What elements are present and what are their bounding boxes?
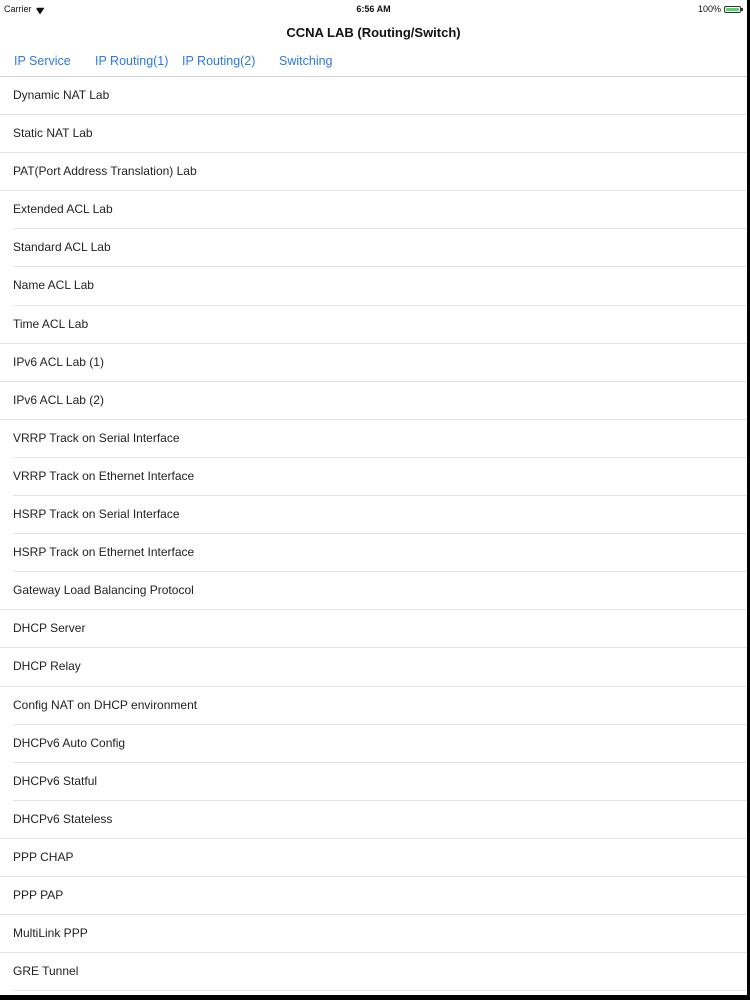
battery-level-fill — [726, 7, 739, 11]
app-screen: Carrier 6:56 AM 100% CCNA LAB (Routing/S… — [0, 0, 747, 995]
status-right: 100% — [697, 4, 743, 14]
list-item[interactable]: IPv6 ACL Lab (2) — [0, 382, 747, 420]
list-item[interactable]: Extended ACL Lab — [0, 191, 747, 230]
status-bar: Carrier 6:56 AM 100% — [0, 0, 747, 20]
list-item[interactable]: IPv6 ACL Lab (1) — [0, 344, 747, 382]
status-time: 6:56 AM — [356, 4, 391, 14]
category-tabs: IP Service IP Routing(1) IP Routing(2) S… — [0, 54, 747, 74]
lab-list: Dynamic NAT Lab Static NAT Lab PAT(Port … — [0, 77, 747, 992]
list-item[interactable]: PPP PAP — [0, 877, 747, 916]
tab-ip-service[interactable]: IP Service — [14, 54, 71, 68]
list-item[interactable]: MultiLink PPP — [0, 915, 747, 954]
tab-ip-routing-1[interactable]: IP Routing(1) — [95, 54, 168, 68]
list-item[interactable]: DHCPv6 Stateless — [0, 801, 747, 839]
list-item[interactable]: Time ACL Lab — [0, 306, 747, 344]
list-item[interactable]: DHCPv6 Auto Config — [0, 725, 747, 763]
tab-switching[interactable]: Switching — [279, 54, 333, 68]
tab-ip-routing-2[interactable]: IP Routing(2) — [182, 54, 255, 68]
list-item[interactable]: PAT(Port Address Translation) Lab — [0, 153, 747, 192]
list-item[interactable]: VRRP Track on Ethernet Interface — [0, 458, 747, 497]
list-item[interactable]: Standard ACL Lab — [0, 229, 747, 268]
list-item[interactable]: DHCP Server — [0, 610, 747, 649]
battery-percent: 100% — [697, 4, 721, 14]
page-title: CCNA LAB (Routing/Switch) — [286, 25, 461, 40]
list-item[interactable]: Config NAT on DHCP environment — [0, 687, 747, 725]
list-item[interactable]: Static NAT Lab — [0, 115, 747, 154]
list-item[interactable]: HSRP Track on Ethernet Interface — [0, 534, 747, 573]
list-item[interactable]: Dynamic NAT Lab — [0, 77, 747, 116]
list-item[interactable]: VRRP Track on Serial Interface — [0, 420, 747, 459]
battery-icon — [724, 5, 743, 13]
list-item[interactable]: Name ACL Lab — [0, 267, 747, 306]
list-item[interactable]: DHCPv6 Statful — [0, 763, 747, 801]
list-item[interactable]: GRE Tunnel — [0, 953, 747, 992]
list-item[interactable]: Gateway Load Balancing Protocol — [0, 572, 747, 611]
list-item[interactable]: HSRP Track on Serial Interface — [0, 496, 747, 535]
list-item[interactable]: PPP CHAP — [0, 839, 747, 878]
list-item[interactable]: DHCP Relay — [0, 648, 747, 687]
